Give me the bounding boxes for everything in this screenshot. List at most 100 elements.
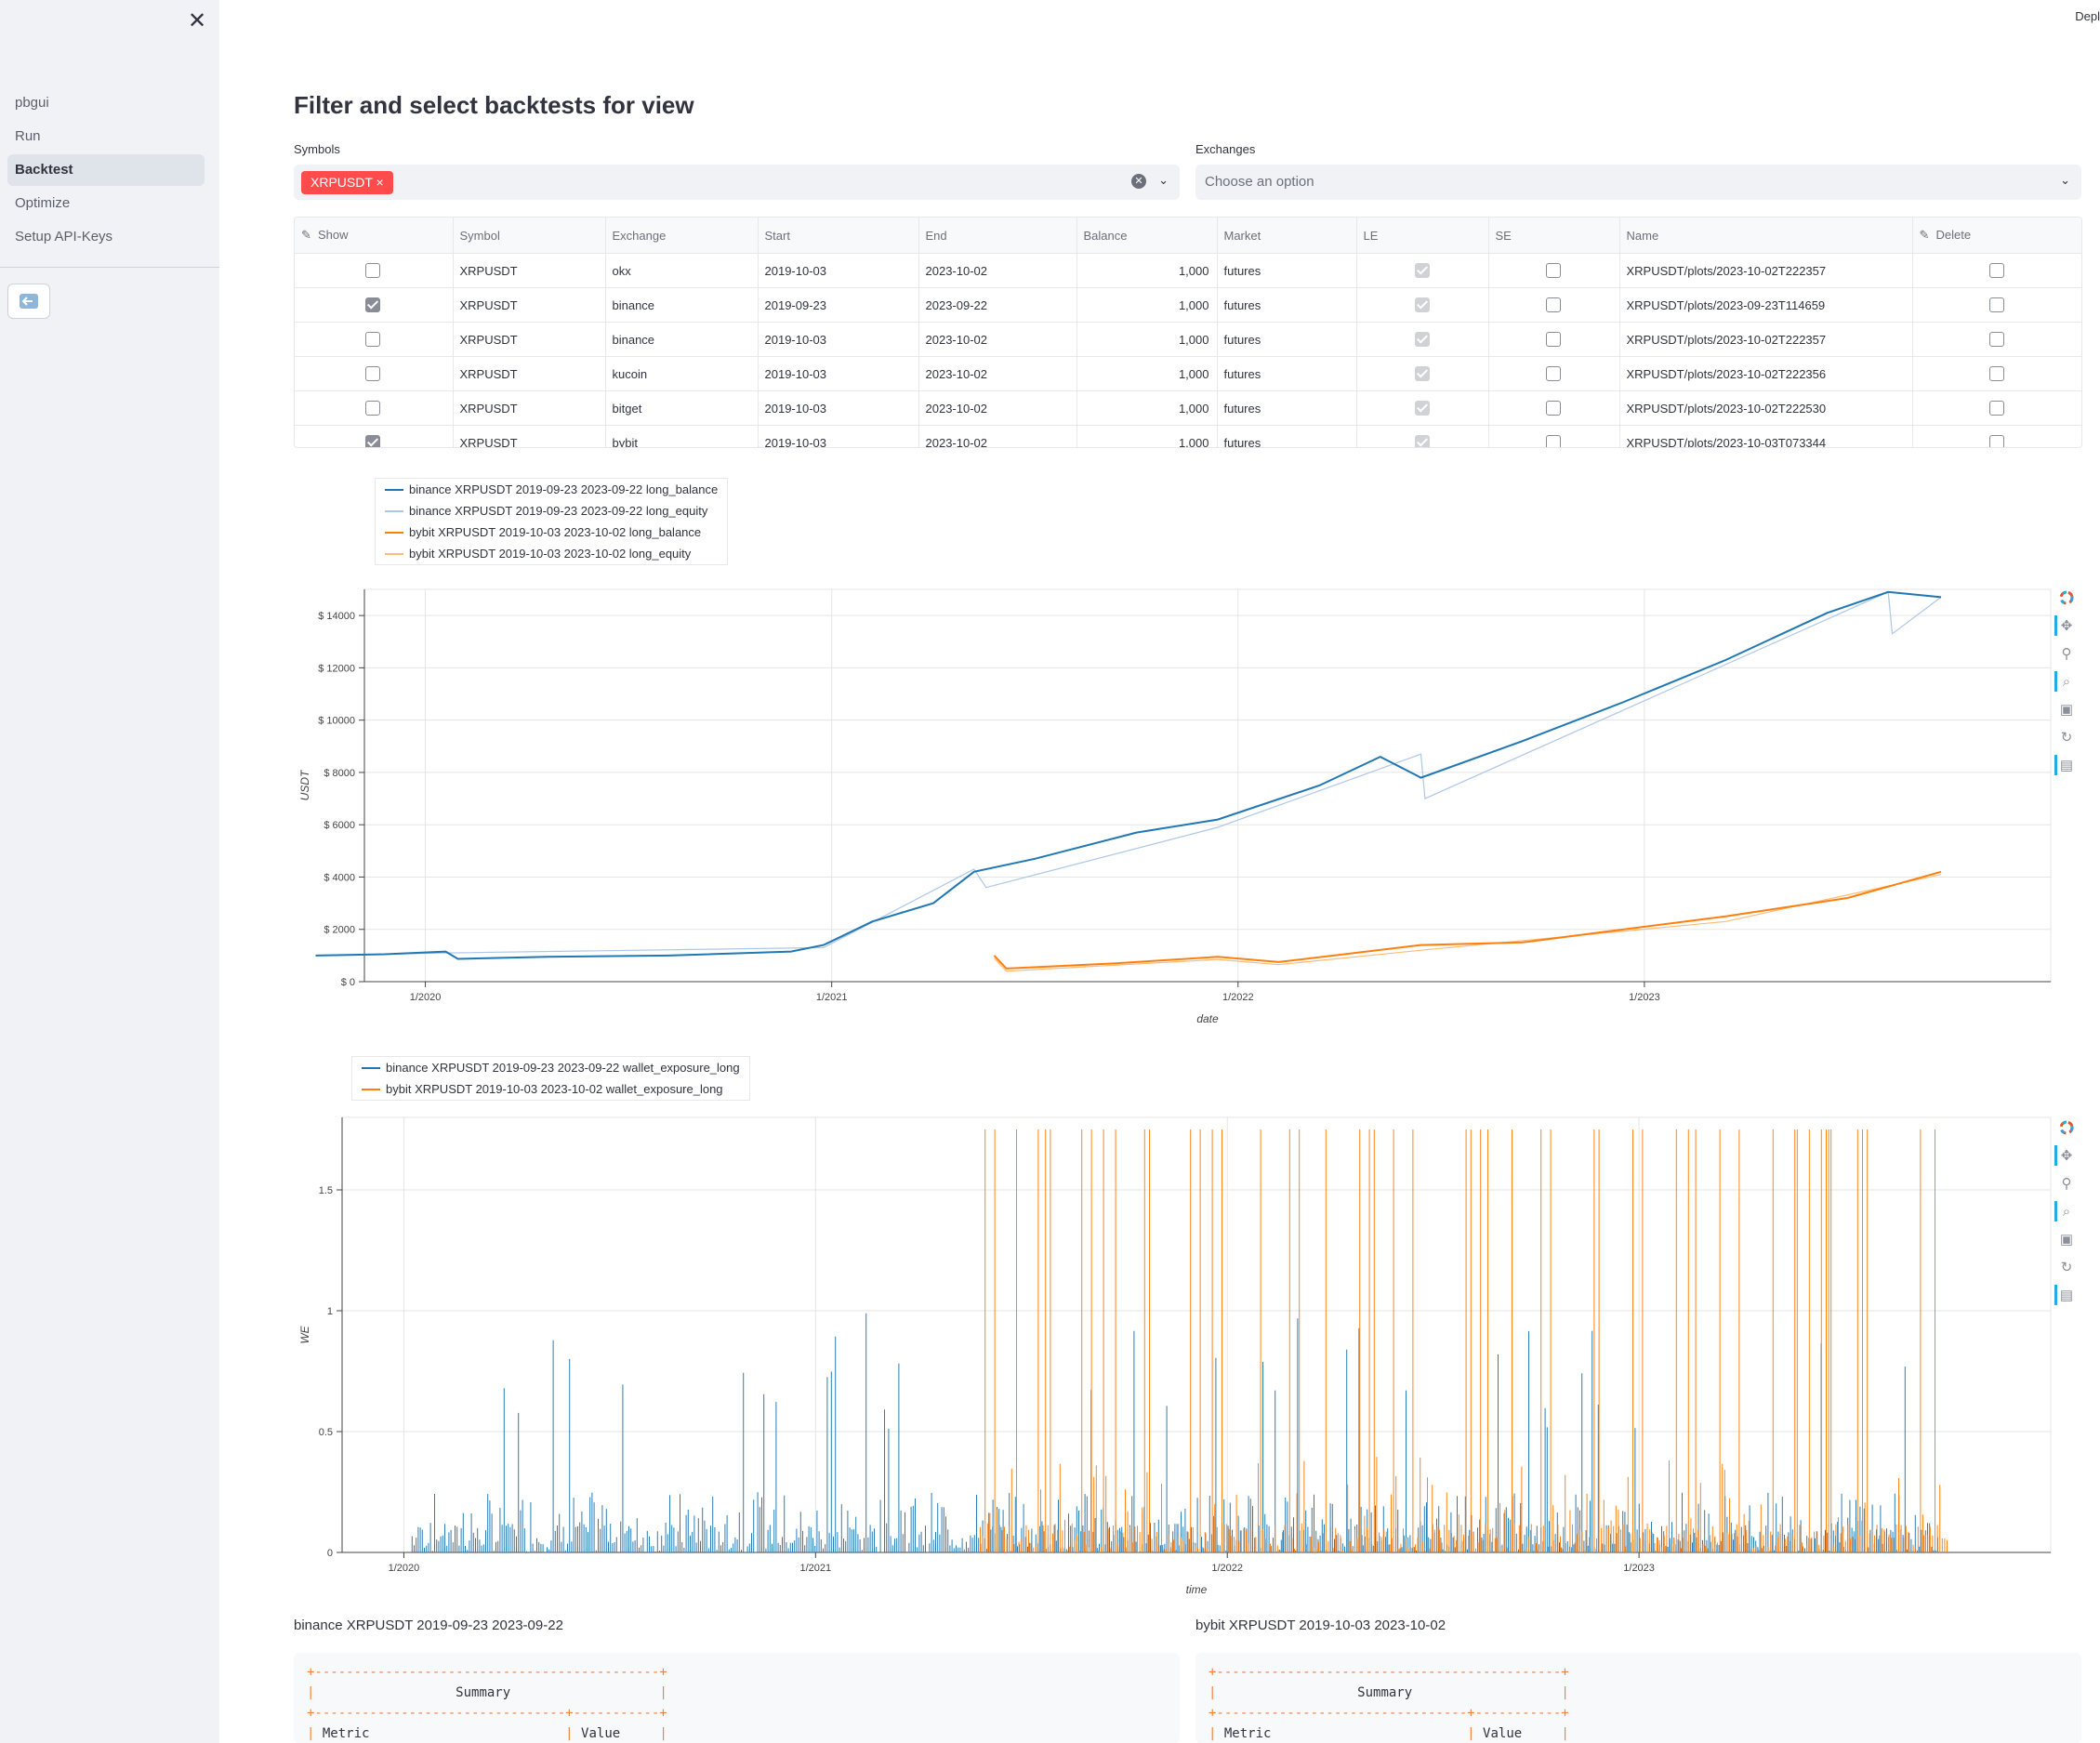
show-cell[interactable] [295,425,454,447]
delete-cell[interactable] [1912,322,2081,357]
se-checkbox[interactable] [1546,332,1561,348]
col-show[interactable]: ✎ Show [295,218,454,254]
se-checkbox[interactable] [1546,401,1561,416]
col-balance[interactable]: Balance [1076,218,1218,254]
exchanges-select[interactable]: Choose an option ⌄ [1195,165,2081,200]
symbol-tag[interactable]: XRPUSDT × [301,171,393,194]
se-cell[interactable] [1488,287,1620,323]
se-cell[interactable] [1488,322,1620,357]
y-tick-label: $ 0 [341,977,355,988]
pan-icon[interactable]: ✥ [2054,1142,2079,1169]
delete-cell[interactable] [1912,253,2081,288]
hover-icon[interactable]: ▤ [2054,751,2079,779]
bokeh-logo-icon[interactable] [2054,584,2079,612]
se-checkbox[interactable] [1546,263,1561,279]
delete-checkbox[interactable] [1988,332,2004,348]
sidebar-item-setup-api-keys[interactable]: Setup API-Keys [7,221,205,253]
legend-item[interactable]: bybit XRPUSDT 2019-10-03 2023-10-02 wall… [352,1078,749,1100]
show-cell[interactable] [295,287,454,323]
delete-cell[interactable] [1912,287,2081,323]
delete-cell[interactable] [1912,390,2081,426]
col-end[interactable]: End [918,218,1077,254]
show-checkbox[interactable] [365,332,381,348]
legend-item[interactable]: bybit XRPUSDT 2019-10-03 2023-10-02 long… [376,522,727,543]
show-checkbox[interactable] [365,297,381,313]
x-tick-label: 1/2023 [1629,992,1660,1003]
clear-icon[interactable]: ✕ [1131,174,1146,189]
hover-icon[interactable]: ▤ [2054,1281,2079,1309]
delete-checkbox[interactable] [1988,263,2004,279]
legend-item[interactable]: binance XRPUSDT 2019-09-23 2023-09-22 lo… [376,500,727,522]
balance-cell: 1,000 [1076,390,1218,426]
box-zoom-icon[interactable]: ⚲ [2054,1169,2079,1197]
show-checkbox[interactable] [365,435,381,447]
show-checkbox[interactable] [365,366,381,382]
delete-cell[interactable] [1912,425,2081,447]
close-sidebar-icon[interactable]: ✕ [188,7,206,34]
back-button[interactable] [7,284,50,319]
legend-item[interactable]: binance XRPUSDT 2019-09-23 2023-09-22 lo… [376,479,727,500]
show-cell[interactable] [295,322,454,357]
wheel-zoom-icon[interactable]: ⌕ [2054,1197,2079,1225]
sidebar-item-backtest[interactable]: Backtest [7,154,205,186]
table-row: XRPUSDT bitget 2019-10-03 2023-10-02 1,000 fu… [295,390,2081,426]
name-cell: XRPUSDT/plots/2023-09-23T114659 [1619,287,1913,323]
show-checkbox[interactable] [365,401,381,416]
col-market[interactable]: Market [1217,218,1357,254]
chevron-down-icon[interactable]: ⌄ [1158,173,1169,188]
legend-item[interactable]: binance XRPUSDT 2019-09-23 2023-09-22 wa… [352,1057,749,1078]
delete-checkbox[interactable] [1988,401,2004,416]
reset-icon[interactable]: ↻ [2054,1253,2079,1281]
show-cell[interactable] [295,390,454,426]
wheel-zoom-icon[interactable]: ⌕ [2054,667,2079,695]
summary-binance: +---------------------------------------… [294,1653,1180,1743]
remove-tag-icon[interactable]: × [376,175,384,190]
delete-checkbox[interactable] [1988,366,2004,382]
deploy-button[interactable]: Depl [2075,9,2100,23]
col-start[interactable]: Start [758,218,919,254]
legend-item[interactable]: bybit XRPUSDT 2019-10-03 2023-10-02 long… [376,543,727,564]
show-cell[interactable] [295,356,454,391]
se-cell[interactable] [1488,390,1620,426]
save-icon[interactable]: ▣ [2054,695,2079,723]
col-se[interactable]: SE [1488,218,1620,254]
chart-toolbar: ✥ ⚲ ⌕ ▣ ↻ ▤ [2054,584,2079,779]
delete-checkbox[interactable] [1988,435,2004,447]
name-cell: XRPUSDT/plots/2023-10-02T222357 [1619,322,1913,357]
col-delete[interactable]: ✎ Delete [1912,218,2081,254]
end-cell: 2023-10-02 [918,356,1077,391]
se-checkbox[interactable] [1546,435,1561,447]
name-cell: XRPUSDT/plots/2023-10-03T073344 [1619,425,1913,447]
delete-checkbox[interactable] [1988,297,2004,313]
y-axis-label: WE [298,1325,311,1343]
sidebar-item-optimize[interactable]: Optimize [7,188,205,219]
delete-cell[interactable] [1912,356,2081,391]
show-cell[interactable] [295,253,454,288]
se-cell[interactable] [1488,253,1620,288]
se-cell[interactable] [1488,356,1620,391]
reset-icon[interactable]: ↻ [2054,723,2079,751]
end-cell: 2023-10-02 [918,390,1077,426]
pan-icon[interactable]: ✥ [2054,612,2079,640]
col-symbol[interactable]: Symbol [453,218,606,254]
se-cell[interactable] [1488,425,1620,447]
sidebar-item-run[interactable]: Run [7,121,205,152]
save-icon[interactable]: ▣ [2054,1225,2079,1253]
box-zoom-icon[interactable]: ⚲ [2054,640,2079,667]
show-checkbox[interactable] [365,263,381,279]
table-row: XRPUSDT bybit 2019-10-03 2023-10-02 1,000 fut… [295,425,2081,447]
col-name[interactable]: Name [1619,218,1913,254]
sidebar-item-pbgui[interactable]: pbgui [7,87,205,119]
sidebar: ✕ pbgui Run Backtest Optimize Setup API-… [0,0,219,1743]
se-checkbox[interactable] [1546,297,1561,313]
bokeh-logo-icon[interactable] [2054,1114,2079,1142]
se-checkbox[interactable] [1546,366,1561,382]
exposure-chart[interactable]: 0 0.5 1 1.5 1/2020 1/2021 1/2022 1/2023 time WE [294,1112,2060,1599]
chevron-down-icon[interactable]: ⌄ [2060,173,2070,188]
y-tick-label: $ 14000 [318,611,355,622]
balance-chart[interactable]: $ 0 $ 2000 $ 4000 $ 6000 $ 8000 $ 10000 $ 1200… [294,586,2060,1032]
col-exchange[interactable]: Exchange [605,218,759,254]
exposure-chart-legend: binance XRPUSDT 2019-09-23 2023-09-22 wa… [351,1056,750,1101]
symbols-multiselect[interactable]: XRPUSDT × ✕ ⌄ [294,165,1180,200]
col-le[interactable]: LE [1356,218,1489,254]
